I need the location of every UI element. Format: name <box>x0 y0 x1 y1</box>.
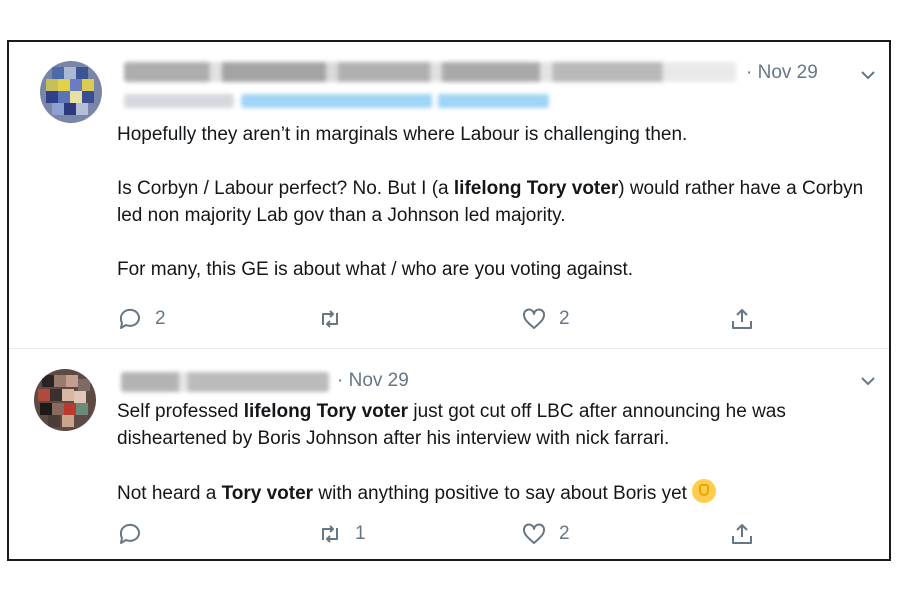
reply-icon <box>119 523 140 544</box>
tweet-date[interactable]: · Nov 29 <box>746 62 818 84</box>
retweet-count: 1 <box>355 523 366 544</box>
highlighted-keyword: lifelong Tory voter <box>453 178 619 199</box>
text-run: with anything positive to say about Bori… <box>313 483 693 504</box>
tweet-actions: 2 2 <box>117 306 757 336</box>
text-run: Hopefully they aren’t in marginals where… <box>117 124 688 145</box>
reply-icon <box>119 308 140 329</box>
share-icon <box>732 309 752 329</box>
avatar-pixelated[interactable] <box>34 369 96 431</box>
share-button[interactable] <box>729 521 755 547</box>
tweet-text: Hopefully they aren’t in marginals where… <box>117 121 877 283</box>
highlighted-keyword: Tory voter <box>221 483 314 504</box>
screenshot-frame: · Nov 29 Hopefully they aren’t in margin… <box>7 40 891 561</box>
raised-fist-emoji <box>692 479 717 503</box>
share-icon <box>732 524 752 544</box>
blurred-reply-handles[interactable] <box>241 94 549 108</box>
tweet-paragraph: Is Corbyn / Labour perfect? No. But I (a… <box>117 175 877 229</box>
reply-count: 2 <box>155 308 166 329</box>
tweet-paragraph: Not heard a Tory voter with anything pos… <box>117 479 877 507</box>
retweet-button[interactable]: 1 <box>317 521 366 547</box>
like-button[interactable]: 2 <box>521 521 570 547</box>
highlighted-keyword: lifelong Tory voter <box>243 401 409 422</box>
blurred-display-name[interactable] <box>124 62 736 82</box>
tweet-paragraph: Self professed lifelong Tory voter just … <box>117 398 877 452</box>
blurred-replying-to <box>124 94 234 108</box>
text-run: Not heard a <box>117 483 222 504</box>
tweet-paragraph: For many, this GE is about what / who ar… <box>117 256 877 283</box>
blurred-display-name[interactable] <box>121 372 329 392</box>
retweet-icon <box>322 525 338 543</box>
tweet-2[interactable]: · Nov 29 Self professed lifelong Tory vo… <box>9 348 889 561</box>
like-count: 2 <box>559 523 570 544</box>
tweet-text: Self professed lifelong Tory voter just … <box>117 398 877 507</box>
text-run: Self professed <box>117 401 244 422</box>
retweet-button[interactable] <box>317 306 355 332</box>
reply-button[interactable]: 2 <box>117 306 166 332</box>
tweet-paragraph: Hopefully they aren’t in marginals where… <box>117 121 877 148</box>
retweet-icon <box>322 310 338 328</box>
share-button[interactable] <box>729 306 755 332</box>
tweet-actions: 1 2 <box>117 521 757 551</box>
tweet-1[interactable]: · Nov 29 Hopefully they aren’t in margin… <box>9 42 889 349</box>
heart-icon <box>523 523 545 544</box>
text-run: Is Corbyn / Labour perfect? No. But I (a <box>117 178 454 199</box>
text-run: For many, this GE is about what / who ar… <box>117 259 634 280</box>
like-button[interactable]: 2 <box>521 306 570 332</box>
like-count: 2 <box>559 308 570 329</box>
heart-icon <box>523 308 545 329</box>
chevron-down-icon[interactable] <box>859 66 877 84</box>
avatar-pixelated[interactable] <box>40 61 102 123</box>
reply-button[interactable] <box>117 521 155 547</box>
tweet-date[interactable]: · Nov 29 <box>337 370 409 392</box>
chevron-down-icon[interactable] <box>859 372 877 390</box>
